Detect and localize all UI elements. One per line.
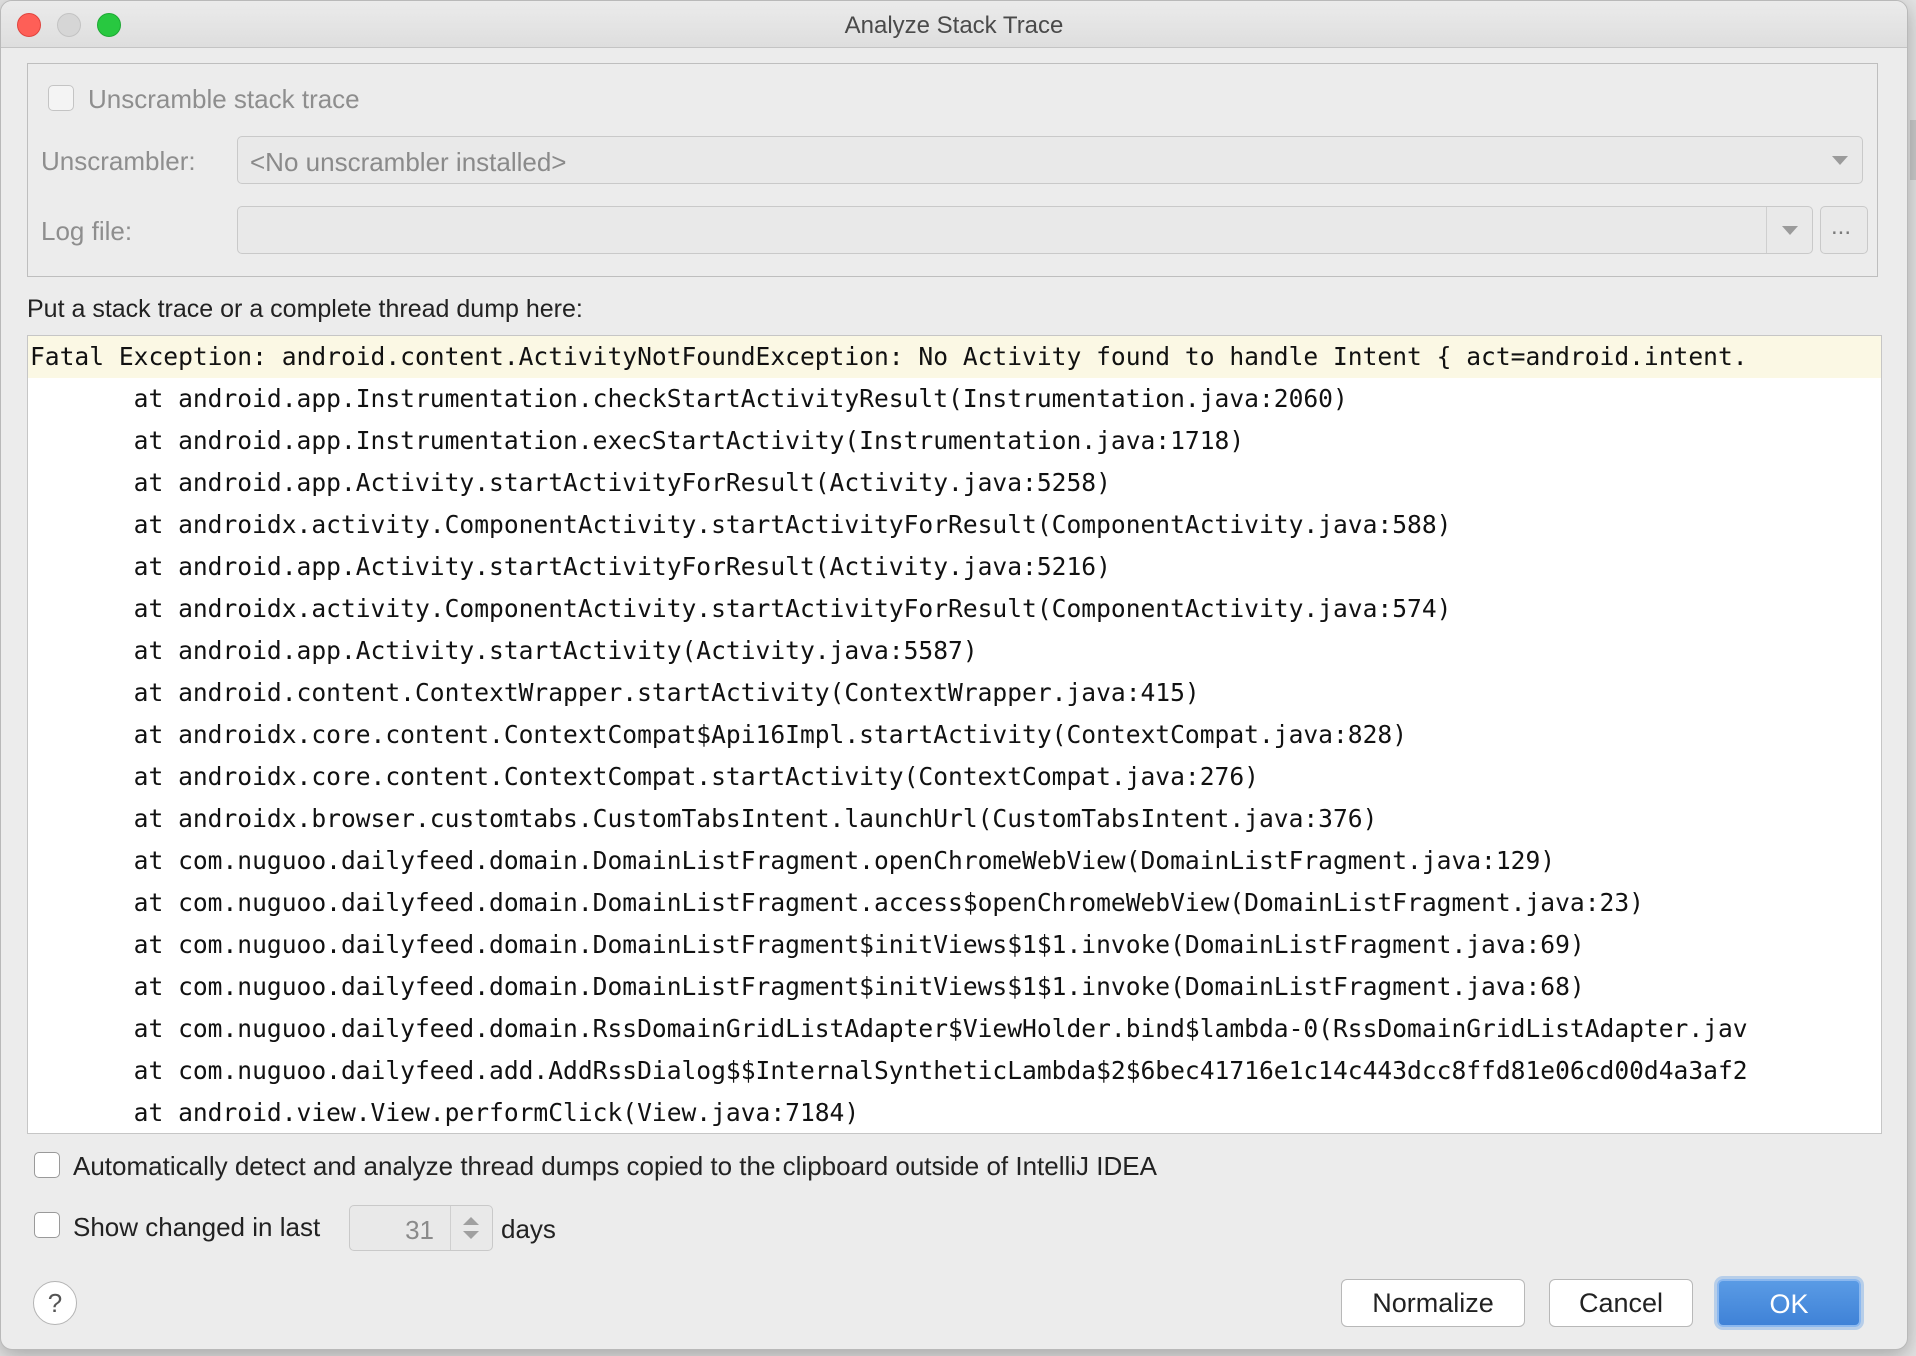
normalize-button[interactable]: Normalize [1341,1279,1525,1327]
trace-line: at com.nuguoo.dailyfeed.add.AddRssDialog… [30,1056,1748,1085]
cancel-button[interactable]: Cancel [1549,1279,1693,1327]
backdrop-edge [1910,120,1916,180]
unscrambler-value: <No unscrambler installed> [250,147,567,177]
chevron-down-icon [1832,156,1848,165]
show-changed-checkbox[interactable] [34,1212,60,1238]
combobox-separator [1766,207,1767,253]
days-stepper[interactable]: 31 [349,1205,493,1251]
chevron-down-icon [1782,226,1798,235]
show-changed-label: Show changed in last [73,1212,321,1242]
trace-line: at android.app.Activity.startActivityFor… [30,468,1111,497]
trace-line: at android.app.Activity.startActivityFor… [30,552,1111,581]
auto-detect-label: Automatically detect and analyze thread … [73,1151,1157,1181]
trace-line: at com.nuguoo.dailyfeed.domain.DomainLis… [30,846,1556,875]
window-title: Analyze Stack Trace [844,12,1064,39]
stack-trace-textarea[interactable]: Fatal Exception: android.content.Activit… [27,335,1882,1134]
stepper-divider [450,1206,451,1250]
help-button[interactable]: ? [33,1281,77,1325]
days-label: days [501,1214,556,1244]
trace-line: at androidx.activity.ComponentActivity.s… [30,510,1452,539]
trace-line: Fatal Exception: android.content.Activit… [30,342,1748,371]
unscrambler-dropdown[interactable]: <No unscrambler installed> [237,136,1863,184]
unscramble-checkbox-label: Unscramble stack trace [88,84,360,114]
trace-line: at com.nuguoo.dailyfeed.domain.DomainLis… [30,888,1644,917]
trace-line: at android.view.View.performClick(View.j… [30,1098,860,1127]
days-value: 31 [405,1215,434,1245]
decrement-arrow-icon[interactable] [463,1231,479,1239]
trace-line: at androidx.browser.customtabs.CustomTab… [30,804,1378,833]
trace-line: at com.nuguoo.dailyfeed.domain.DomainLis… [30,972,1585,1001]
unscrambler-label: Unscrambler: [41,146,196,176]
trace-line: at android.app.Instrumentation.checkStar… [30,384,1348,413]
trace-line: at com.nuguoo.dailyfeed.domain.DomainLis… [30,930,1585,959]
increment-arrow-icon[interactable] [463,1217,479,1225]
log-file-label: Log file: [41,216,133,246]
trace-line: at androidx.core.content.ContextCompat$A… [30,720,1408,749]
ok-button[interactable]: OK [1717,1279,1861,1327]
trace-line: at androidx.activity.ComponentActivity.s… [30,594,1452,623]
title-bar[interactable]: Analyze Stack Trace [1,1,1907,48]
log-file-combobox[interactable] [237,206,1813,254]
trace-line: at android.app.Instrumentation.execStart… [30,426,1245,455]
browse-ellipsis: ... [1831,213,1852,240]
trace-line: at android.content.ContextWrapper.startA… [30,678,1200,707]
trace-line: at android.app.Activity.startActivity(Ac… [30,636,978,665]
trace-line: at com.nuguoo.dailyfeed.domain.RssDomain… [30,1014,1748,1043]
trace-line: at androidx.core.content.ContextCompat.s… [30,762,1259,791]
unscramble-options-group: Unscramble stack trace Unscrambler: <No … [27,63,1878,277]
trace-prompt-label: Put a stack trace or a complete thread d… [27,295,583,323]
analyze-stack-trace-dialog: Analyze Stack Trace Unscramble stack tra… [0,0,1908,1350]
help-icon: ? [47,1288,63,1318]
auto-detect-checkbox[interactable] [34,1152,60,1178]
unscramble-checkbox[interactable] [48,85,74,111]
browse-log-file-button[interactable]: ... [1820,206,1868,254]
